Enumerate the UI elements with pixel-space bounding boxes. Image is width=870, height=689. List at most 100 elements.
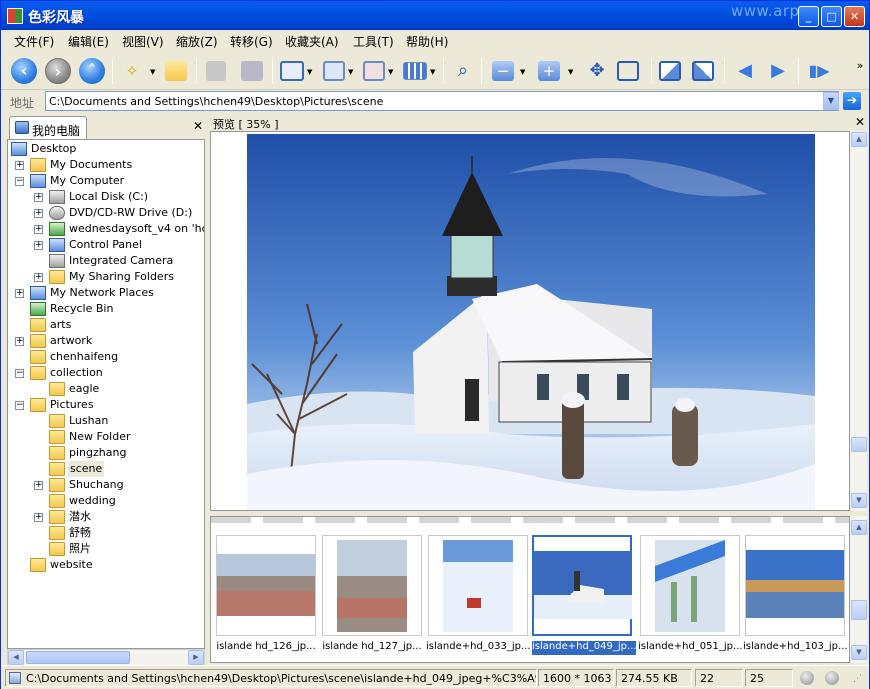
layout-icon[interactable] xyxy=(280,61,304,81)
preview-header: 预览 [ 35% ] xyxy=(209,114,869,131)
collapse-icon[interactable]: − xyxy=(15,177,24,186)
thumbnail-4[interactable] xyxy=(532,535,632,636)
grid-view-icon[interactable] xyxy=(403,62,427,80)
menu-favorites[interactable]: 收藏夹(A) xyxy=(285,33,339,50)
magnifier-icon[interactable]: ⌕ xyxy=(450,58,476,84)
collapse-icon[interactable]: − xyxy=(15,369,24,378)
collapse-icon[interactable]: − xyxy=(15,401,24,410)
folder-icon xyxy=(30,350,46,364)
go-arrow-icon[interactable]: ➔ xyxy=(843,92,861,110)
thumbnail-6[interactable] xyxy=(745,535,845,636)
zoom-out-icon[interactable]: − xyxy=(492,61,514,81)
preview-pane: 预览 [ 35% ] ✕ ▲ ▼ xyxy=(209,114,869,513)
menu-zoom[interactable]: 缩放(Z) xyxy=(176,33,218,50)
expand-icon[interactable]: + xyxy=(15,289,24,298)
expand-icon[interactable]: + xyxy=(34,241,43,250)
scroll-thumb-icon[interactable] xyxy=(851,437,867,452)
preview-vertical-scrollbar[interactable]: ▲ ▼ xyxy=(850,131,867,511)
status-indicator-icon xyxy=(825,671,839,685)
address-input[interactable]: C:\Documents and Settings\hchen49\Deskto… xyxy=(45,91,839,111)
scroll-left-icon[interactable]: ◀ xyxy=(8,650,24,665)
expand-icon[interactable]: + xyxy=(34,481,43,490)
title-bar[interactable]: 色彩风暴 www.arpun.com _ □ ✕ xyxy=(1,1,869,30)
close-button[interactable]: ✕ xyxy=(844,6,865,27)
address-bar: 地址 C:\Documents and Settings\hchen49\Des… xyxy=(1,90,869,112)
search-folder-icon[interactable]: ✧ xyxy=(119,58,145,84)
menu-view[interactable]: 视图(V) xyxy=(122,33,164,50)
menu-file[interactable]: 文件(F) xyxy=(14,33,54,50)
back-icon[interactable]: ‹ xyxy=(11,58,37,84)
actual-size-icon[interactable] xyxy=(617,61,639,81)
thumbnail-3[interactable] xyxy=(428,535,528,636)
rotate-right-icon[interactable] xyxy=(692,61,714,81)
thumbnail-caption: islande+hd_103_jp... xyxy=(743,641,847,652)
tab-my-computer[interactable]: 我的电脑 xyxy=(9,116,87,140)
thumbnail-image xyxy=(443,540,513,632)
shared-folder-icon xyxy=(49,270,65,284)
folder-tree: Desktop + My Documents − My Computer + L… xyxy=(7,139,205,649)
thumbnail-viewport[interactable]: islande hd_126_jp... islande hd_127_jp..… xyxy=(210,516,850,663)
address-dropdown-icon[interactable]: ▼ xyxy=(823,92,839,110)
menu-help[interactable]: 帮助(H) xyxy=(406,33,448,50)
folder-icon xyxy=(49,542,65,556)
thumbnail-view-icon[interactable] xyxy=(323,61,345,81)
folder-icon xyxy=(49,494,65,508)
zoom-in-icon[interactable]: + xyxy=(538,61,560,81)
control-panel-icon xyxy=(49,238,65,252)
menu-transfer[interactable]: 转移(G) xyxy=(230,33,273,50)
expand-icon[interactable]: + xyxy=(34,513,43,522)
status-bar: C:\Documents and Settings\hchen49\Deskto… xyxy=(1,665,869,689)
open-folder-icon[interactable] xyxy=(165,61,187,81)
tree-horizontal-scrollbar[interactable]: ◀ ▶ xyxy=(7,649,205,666)
thumbnail-5[interactable] xyxy=(640,535,740,636)
thumbnail-image xyxy=(217,554,315,616)
folder-icon xyxy=(30,558,46,572)
thumbnail-vertical-scrollbar[interactable]: ▲ ▼ xyxy=(850,516,867,663)
forward-icon[interactable]: › xyxy=(45,58,71,84)
rotate-left-icon[interactable] xyxy=(659,61,681,81)
folder-pane-close-icon[interactable]: ✕ xyxy=(193,119,203,133)
app-window: 色彩风暴 www.arpun.com _ □ ✕ 文件(F) 编辑(E) 视图(… xyxy=(0,0,870,689)
slideshow-icon[interactable] xyxy=(363,61,385,81)
toolbar-overflow-icon[interactable]: » xyxy=(853,53,867,79)
folder-icon xyxy=(30,318,46,332)
tree-item-scene[interactable]: scene xyxy=(49,461,105,477)
scrollbar-thumb[interactable] xyxy=(26,651,130,664)
next-image-icon[interactable]: ▶ xyxy=(765,58,791,84)
thumbnail-caption: islande+hd_049_jp... xyxy=(532,641,636,655)
status-path: C:\Documents and Settings\hchen49\Deskto… xyxy=(5,669,537,687)
menu-tools[interactable]: 工具(T) xyxy=(353,33,394,50)
scroll-up-icon[interactable]: ▲ xyxy=(851,132,867,147)
prev-image-icon[interactable]: ◀ xyxy=(732,58,758,84)
network-icon xyxy=(30,286,46,300)
print-icon[interactable] xyxy=(241,61,263,81)
scroll-thumb-icon[interactable] xyxy=(851,600,867,620)
scroll-down-icon[interactable]: ▼ xyxy=(851,645,867,660)
scroll-down-icon[interactable]: ▼ xyxy=(851,493,867,508)
minimize-button[interactable]: _ xyxy=(798,6,819,27)
expand-icon[interactable]: + xyxy=(34,225,43,234)
tab-label: 我的电脑 xyxy=(32,124,81,138)
camera-icon xyxy=(49,254,65,268)
scroll-up-icon[interactable]: ▲ xyxy=(851,520,867,535)
thumbnail-2[interactable] xyxy=(322,535,422,636)
maximize-button[interactable]: □ xyxy=(821,6,842,27)
expand-icon[interactable]: + xyxy=(34,273,43,282)
up-icon[interactable]: ˄ xyxy=(79,58,105,84)
status-dimensions: 1600 * 1063 xyxy=(538,669,614,687)
expand-icon[interactable]: + xyxy=(34,193,43,202)
preview-close-icon[interactable]: ✕ xyxy=(855,115,865,129)
play-slideshow-icon[interactable]: ▮▶ xyxy=(806,58,832,84)
resize-grip-icon[interactable]: ⋰ xyxy=(853,674,862,684)
thumbnail-caption: islande hd_127_jp... xyxy=(322,641,422,652)
thumbnail-1[interactable] xyxy=(216,535,316,636)
fit-window-icon[interactable]: ✥ xyxy=(584,58,610,84)
thumbnail-strip: islande hd_126_jp... islande hd_127_jp..… xyxy=(209,516,869,663)
menu-edit[interactable]: 编辑(E) xyxy=(68,33,109,50)
save-icon[interactable] xyxy=(206,61,226,81)
preview-viewport[interactable] xyxy=(210,131,850,511)
expand-icon[interactable]: + xyxy=(34,209,43,218)
scroll-right-icon[interactable]: ▶ xyxy=(188,650,204,665)
expand-icon[interactable]: + xyxy=(15,161,24,170)
expand-icon[interactable]: + xyxy=(15,337,24,346)
